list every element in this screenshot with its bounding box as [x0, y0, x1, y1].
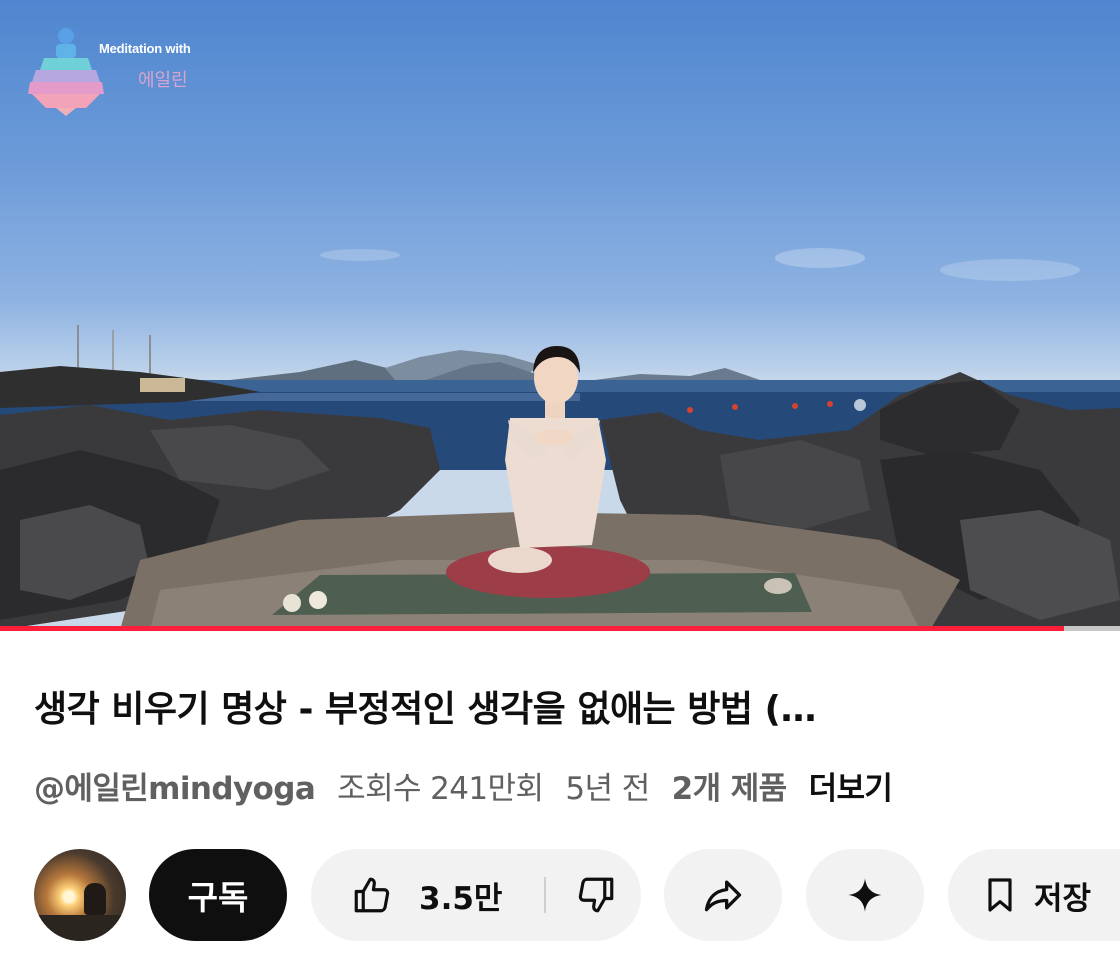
bookmark-icon	[988, 878, 1012, 912]
progress-bar[interactable]	[0, 626, 1120, 631]
logo-title: Meditation with	[99, 41, 191, 56]
like-count: 3.5만	[419, 880, 503, 917]
dislike-button[interactable]	[551, 849, 641, 941]
upload-age: 5년 전	[565, 771, 650, 807]
thumbs-down-icon	[578, 877, 614, 913]
channel-avatar[interactable]	[34, 849, 126, 941]
view-count: 조회수 241만회	[337, 771, 544, 807]
like-dislike-group: 3.5만	[311, 849, 641, 941]
video-player[interactable]: Meditation with 에일린	[0, 0, 1120, 630]
channel-handle[interactable]: @에일린mindyoga	[34, 763, 316, 808]
save-label: 저장	[1034, 880, 1092, 917]
save-button[interactable]: 저장	[948, 849, 1120, 941]
sparkle-icon	[848, 878, 882, 912]
logo-subtitle: 에일린	[138, 70, 188, 91]
ask-ai-button[interactable]	[806, 849, 924, 941]
video-title[interactable]: 생각 비우기 명상 - 부정적인 생각을 없애는 방법 (…	[34, 680, 1094, 732]
products-link[interactable]: 2개 제품	[672, 763, 788, 808]
video-meta[interactable]: @에일린mindyoga 조회수 241만회 5년 전 2개 제품 더보기	[34, 763, 893, 808]
progress-bar-fill	[0, 626, 1064, 631]
like-button[interactable]: 3.5만	[311, 849, 541, 941]
more-link[interactable]: 더보기	[809, 763, 893, 808]
thumbs-up-icon	[354, 877, 390, 913]
subscribe-button[interactable]: 구독	[149, 849, 287, 941]
like-divider	[544, 877, 546, 913]
share-button[interactable]	[664, 849, 782, 941]
share-icon	[704, 880, 742, 912]
